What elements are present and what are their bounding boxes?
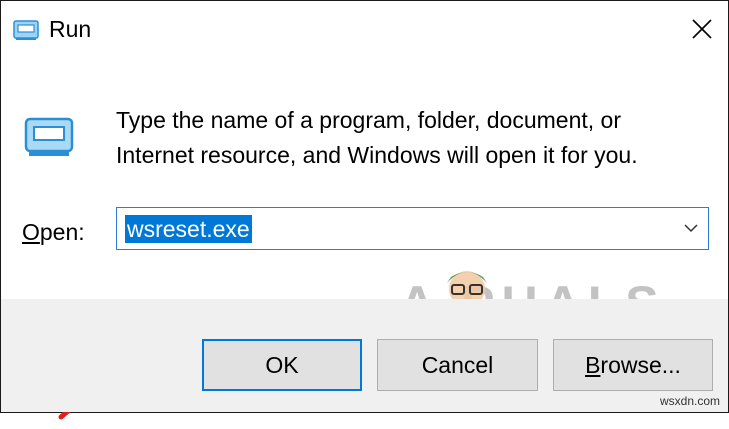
window-title: Run (49, 16, 92, 42)
ok-button[interactable]: OK (202, 339, 362, 391)
open-label-rest: pen: (39, 219, 85, 245)
open-combobox[interactable]: wsreset.exe (116, 207, 709, 250)
run-app-icon (24, 117, 74, 156)
open-label-mnemonic: O (22, 219, 40, 245)
open-label: Open: (22, 219, 85, 246)
cancel-button[interactable]: Cancel (377, 339, 538, 391)
description-text: Type the name of a program, folder, docu… (116, 103, 716, 173)
dialog-body: Type the name of a program, folder, docu… (1, 59, 728, 420)
description-line: Type the name of a program, folder, docu… (116, 107, 622, 133)
run-dialog: Run Type the name of a program, folder, … (0, 0, 729, 420)
title-bar: Run (1, 1, 728, 59)
run-app-icon (13, 20, 39, 40)
button-bar: OK Cancel Browse... (1, 299, 728, 412)
close-icon (692, 19, 712, 39)
close-button[interactable] (676, 5, 728, 53)
chevron-down-icon[interactable] (684, 223, 698, 233)
browse-mnemonic: B (585, 352, 601, 378)
site-watermark: wsxdn.com (660, 394, 721, 408)
browse-button[interactable]: Browse... (553, 339, 713, 391)
description-line: Internet resource, and Windows will open… (116, 142, 638, 168)
open-input-value[interactable]: wsreset.exe (125, 215, 252, 243)
browse-label-rest: rowse... (600, 352, 681, 378)
